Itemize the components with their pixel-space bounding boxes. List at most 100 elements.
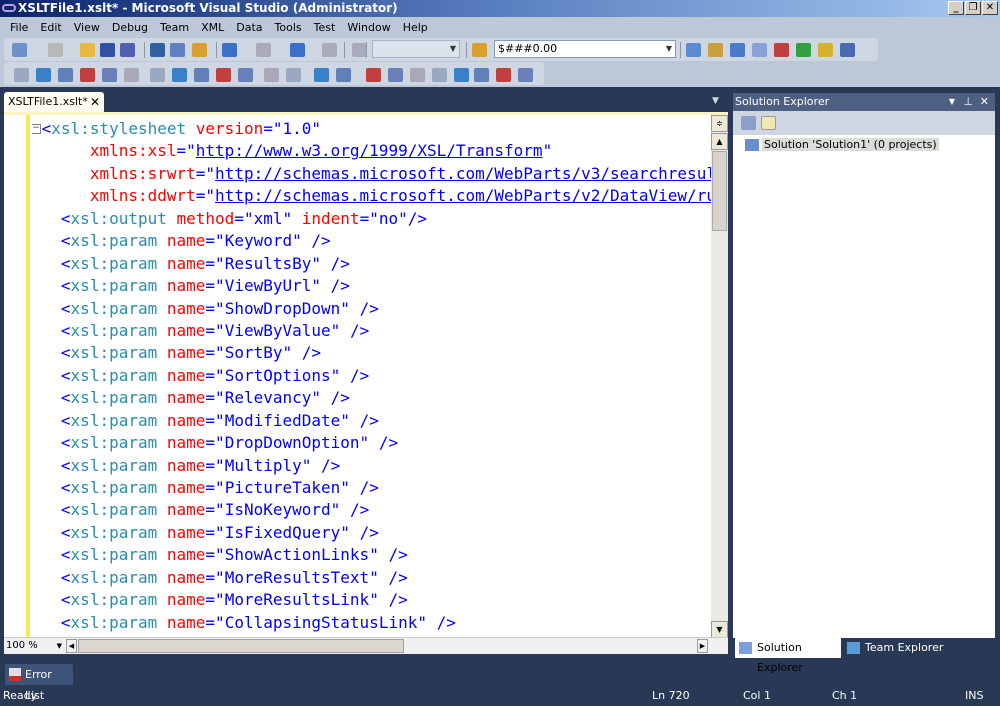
find-in-files-icon[interactable] [472,43,487,57]
close-tab-icon[interactable]: ✕ [90,92,100,112]
properties-icon[interactable] [741,116,756,130]
menu-view[interactable]: View [68,21,106,34]
open-file-icon[interactable] [80,43,95,57]
format-combo[interactable]: $###0.00 ▼ [494,40,676,58]
extension-manager-icon[interactable] [818,43,833,57]
schema-view-icon[interactable] [58,68,73,82]
menu-xml[interactable]: XML [195,21,230,34]
scroll-left-button[interactable]: ◀ [66,639,77,653]
code-token: xsl:param [70,253,158,273]
code-token: < [60,455,71,475]
start-xslt-icon[interactable] [80,68,95,82]
pin-icon[interactable]: ⊥ [963,93,973,111]
schema-tree-icon[interactable] [36,68,51,82]
scroll-thumb[interactable] [712,151,727,231]
xsl-debug-icon[interactable] [14,68,29,82]
vertical-scrollbar[interactable]: ≑ ▲ ▼ [711,115,728,638]
tab-xsltfile1[interactable]: XSLTFile1.xslt* ✕ [4,92,104,112]
format-icon[interactable] [216,68,231,82]
menu-window[interactable]: Window [341,21,396,34]
tab-dropdown-icon[interactable]: ▼ [712,96,719,106]
menu-debug[interactable]: Debug [106,21,154,34]
code-token: name [166,388,206,408]
class-view-icon[interactable] [708,43,723,57]
pick-icon[interactable] [194,68,209,82]
code-token: < [60,590,71,610]
solution-config-combo[interactable]: ▼ [372,40,460,58]
add-item-icon[interactable] [48,43,63,57]
restore-button[interactable]: ❐ [965,1,981,15]
code-token: " [340,410,350,430]
menu-data[interactable]: Data [230,21,268,34]
navigate-backward-icon[interactable] [290,43,305,57]
indent-icon[interactable] [286,68,301,82]
next-bookmark-icon[interactable] [410,68,425,82]
menu-test[interactable]: Test [308,21,342,34]
start-page-icon[interactable] [796,43,811,57]
redo-icon[interactable] [256,43,271,57]
close-icon[interactable]: ✕ [980,93,989,111]
toolbox-icon[interactable] [730,43,745,57]
undo-icon[interactable] [222,43,237,57]
paste-icon[interactable] [192,43,207,57]
prev-folder-icon[interactable] [432,68,447,82]
zoom-combo[interactable]: 100 % ▼ [6,639,64,653]
object-browser-icon[interactable] [686,43,701,57]
save-icon[interactable] [100,43,115,57]
code-text[interactable]: − <xsl:stylesheet version="1.0" xmlns:xs… [32,118,711,638]
options-icon[interactable] [774,43,789,57]
next-folder-icon[interactable] [454,68,469,82]
split-icon[interactable]: ≑ [711,115,728,132]
code-token: xsl:param [70,320,158,340]
tab-solution-explorer[interactable]: Solution Explorer [735,638,841,674]
new-folder-icon[interactable] [761,116,776,130]
code-token: MoreResultsLink [224,590,370,610]
comment-icon[interactable] [238,68,253,82]
error-list-tab[interactable]: Error List [5,664,73,702]
xslt-output-icon[interactable] [102,68,117,82]
save-all-icon[interactable] [120,43,135,57]
close-button[interactable]: ✕ [982,1,998,15]
scroll-down-button[interactable]: ▼ [711,621,728,638]
command-window-icon[interactable] [840,43,855,57]
tab-team-explorer[interactable]: Team Explorer [843,638,953,658]
code-editor[interactable]: − <xsl:stylesheet version="1.0" xmlns:xs… [4,112,728,638]
status-mode: INS [965,689,984,702]
schemas-icon[interactable] [172,68,187,82]
prev-bookmark-icon[interactable] [388,68,403,82]
dropdown-icon[interactable]: ▼ [949,93,955,111]
properties-window-icon[interactable] [752,43,767,57]
menu-edit[interactable]: Edit [34,21,67,34]
bookmark-icon[interactable] [366,68,381,82]
scroll-up-button[interactable]: ▲ [711,133,728,150]
code-token: " [311,388,322,408]
hscroll-thumb[interactable] [78,639,404,653]
minimize-button[interactable]: _ [948,1,964,15]
navigate-forward-icon[interactable] [322,43,337,57]
copy-icon[interactable] [170,43,185,57]
next-doc-icon[interactable] [496,68,511,82]
horizontal-scrollbar[interactable]: 100 % ▼ ◀ ▶ [4,637,728,654]
cut-icon[interactable] [150,43,165,57]
scroll-right-button[interactable]: ▶ [697,639,708,653]
clear-bookmarks-icon[interactable] [518,68,533,82]
clear-icon[interactable] [124,68,139,82]
code-token: /> [349,500,370,520]
prev-doc-icon[interactable] [474,68,489,82]
menu-tools[interactable]: Tools [269,21,308,34]
menu-help[interactable]: Help [397,21,434,34]
solution-node[interactable]: Solution 'Solution1' (0 projects) [745,137,939,153]
collapse-icon[interactable]: − [32,124,41,134]
create-schema-icon[interactable] [150,68,165,82]
outdent-icon[interactable] [264,68,279,82]
new-project-icon[interactable] [12,43,27,57]
start-debug-icon[interactable] [352,43,367,57]
menu-file[interactable]: File [4,21,34,34]
menu-team[interactable]: Team [154,21,195,34]
uncomment-block-icon[interactable] [336,68,351,82]
comment-block-icon[interactable] [314,68,329,82]
